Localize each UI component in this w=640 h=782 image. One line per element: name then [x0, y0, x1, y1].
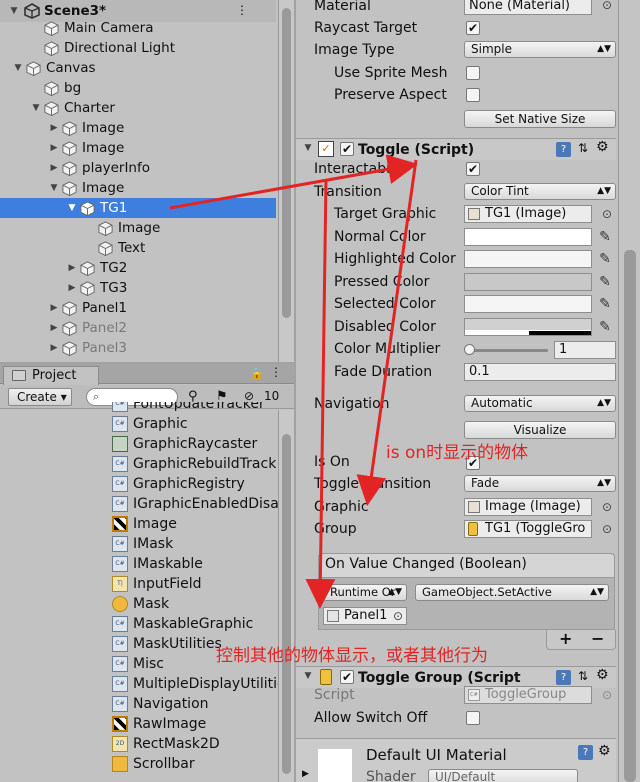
arrow-to-event	[305, 179, 336, 609]
event-annotation: 控制其他的物体显示，或者其他行为	[216, 646, 488, 666]
arrow-tg1-to-toggle	[169, 154, 418, 210]
is-on-annotation: is on时显示的物体	[386, 443, 529, 463]
